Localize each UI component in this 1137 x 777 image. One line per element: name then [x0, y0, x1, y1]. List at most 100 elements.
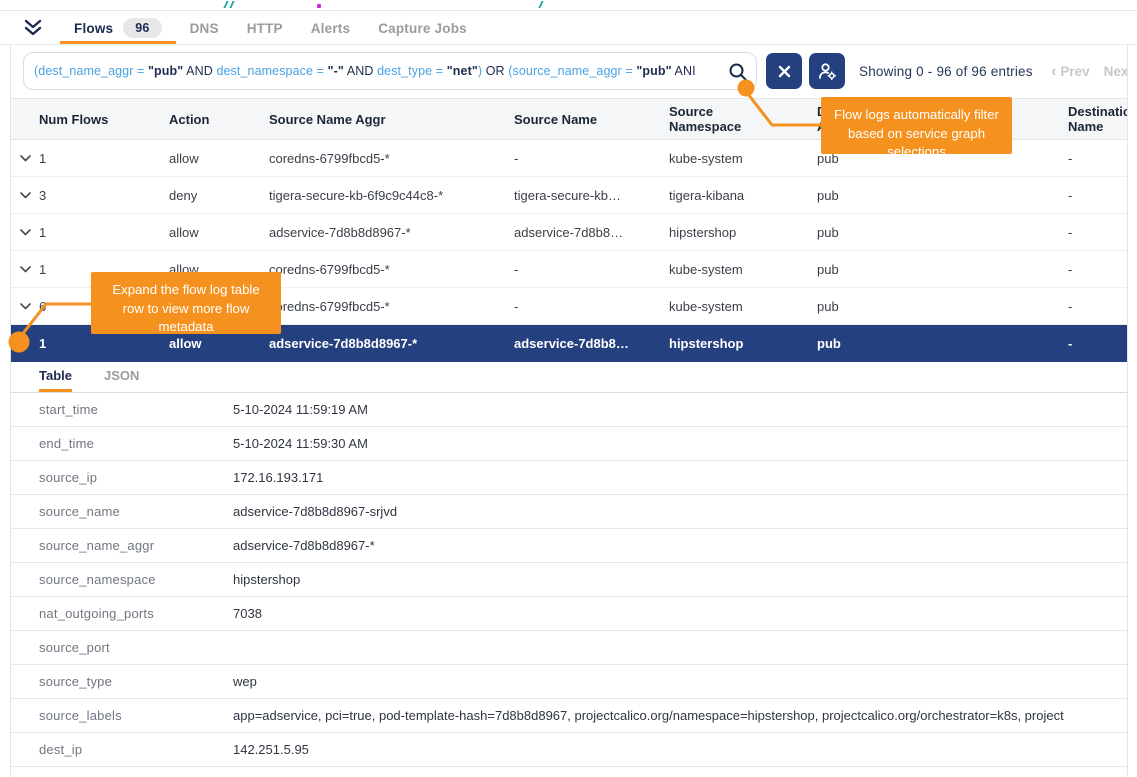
field-key: source_namespace: [39, 572, 233, 587]
cell-dn: -: [1068, 262, 1127, 277]
graph-artifact: [317, 4, 321, 8]
tab-label: Flows: [74, 21, 113, 36]
tab-capture-jobs[interactable]: Capture Jobs: [364, 12, 481, 44]
cell-dn: -: [1068, 188, 1127, 203]
detail-fields: start_time5-10-2024 11:59:19 AMend_time5…: [11, 393, 1127, 767]
flow-row[interactable]: 1allowadservice-7d8b8d8967-*adservice-7d…: [11, 214, 1127, 251]
field-value: adservice-7d8b8d8967-*: [233, 538, 1127, 553]
cell-sns: kube-system: [669, 299, 817, 314]
detail-tab-json[interactable]: JSON: [104, 368, 139, 392]
detail-field-dest_ip: dest_ip142.251.5.95: [11, 733, 1127, 767]
field-value: hipstershop: [233, 572, 1127, 587]
cell-sna: coredns-6799fbcd5-*: [269, 151, 514, 166]
query-field: dest_namespace: [216, 64, 313, 78]
search-icon[interactable]: [727, 61, 749, 83]
chevron-down-icon: [20, 303, 31, 310]
chevron-down-icon: [20, 229, 31, 236]
chevron-left-icon: ‹: [1051, 63, 1056, 81]
prev-button[interactable]: ‹Prev: [1051, 63, 1090, 81]
cell-sns: kube-system: [669, 151, 817, 166]
query-field: dest_type: [377, 64, 432, 78]
graph-artifact: [223, 1, 228, 8]
tab-label: HTTP: [247, 21, 283, 36]
field-key: nat_outgoing_ports: [39, 606, 233, 621]
row-expander[interactable]: [11, 303, 39, 310]
query-punct: =: [133, 64, 148, 78]
cell-num: 1: [39, 225, 169, 240]
cell-num: 1: [39, 151, 169, 166]
query-punct: =: [432, 64, 447, 78]
cell-sn: -: [514, 262, 669, 277]
tab-dns[interactable]: DNS: [176, 12, 233, 44]
next-button[interactable]: Next›: [1104, 63, 1128, 81]
detail-field-source_namespace: source_namespacehipstershop: [11, 563, 1127, 597]
cell-dna: pub: [817, 336, 1068, 351]
tooltip-expand-info: Expand the flow log table row to view mo…: [91, 272, 281, 334]
filter-query-text: (dest_name_aggr = "pub" AND dest_namespa…: [34, 64, 696, 78]
double-chevron-down-icon[interactable]: [22, 18, 44, 38]
tab-flows[interactable]: Flows96: [60, 12, 176, 44]
query-punct: =: [622, 64, 637, 78]
query-keyword: AND: [344, 64, 377, 78]
detail-field-start_time: start_time5-10-2024 11:59:19 AM: [11, 393, 1127, 427]
detail-field-end_time: end_time5-10-2024 11:59:30 AM: [11, 427, 1127, 461]
detail-tab-table[interactable]: Table: [39, 368, 72, 392]
detail-field-nat_outgoing_ports: nat_outgoing_ports7038: [11, 597, 1127, 631]
flows-panel: (dest_name_aggr = "pub" AND dest_namespa…: [10, 45, 1128, 777]
cell-dn: -: [1068, 225, 1127, 240]
field-key: source_name: [39, 504, 233, 519]
column-header-dn[interactable]: Destination Name: [1068, 104, 1127, 134]
field-key: source_name_aggr: [39, 538, 233, 553]
row-expander[interactable]: [11, 266, 39, 273]
cell-action: deny: [169, 188, 269, 203]
field-value: 7038: [233, 606, 1127, 621]
cell-dna: pub: [817, 262, 1068, 277]
query-value: "net": [447, 64, 478, 78]
field-key: source_port: [39, 640, 233, 655]
filter-bar: (dest_name_aggr = "pub" AND dest_namespa…: [11, 45, 1127, 98]
flow-row[interactable]: 3denytigera-secure-kb-6f9c9c44c8-*tigera…: [11, 177, 1127, 214]
row-expander[interactable]: [11, 155, 39, 162]
detail-field-source_name: source_nameadservice-7d8b8d8967-srjvd: [11, 495, 1127, 529]
row-expander[interactable]: [11, 229, 39, 236]
field-key: source_ip: [39, 470, 233, 485]
column-header-sns[interactable]: Source Namespace: [669, 104, 747, 134]
cell-sn: adservice-7d8b8…: [514, 225, 669, 240]
results-count: Showing 0 - 96 of 96 entries: [859, 45, 1033, 98]
query-value: "pub": [636, 64, 671, 78]
graph-artifact: [229, 1, 234, 8]
query-punct: =: [313, 64, 328, 78]
query-keyword: ANI: [672, 64, 696, 78]
tooltip-filter-info: Flow logs automatically filter based on …: [821, 97, 1012, 154]
tab-http[interactable]: HTTP: [233, 12, 297, 44]
cell-sna: coredns-6799fbcd5-*: [269, 262, 514, 277]
cell-sn: adservice-7d8b8…: [514, 336, 669, 351]
cell-num: 1: [39, 336, 169, 351]
query-field: source_name_aggr: [513, 64, 622, 78]
tab-alerts[interactable]: Alerts: [297, 12, 364, 44]
cell-sna: coredns-6799fbcd5-*: [269, 299, 514, 314]
column-header-num[interactable]: Num Flows: [39, 112, 117, 127]
detail-field-source_labels: source_labelsapp=adservice, pci=true, po…: [11, 699, 1127, 733]
flow-filter-input[interactable]: (dest_name_aggr = "pub" AND dest_namespa…: [23, 52, 757, 90]
column-header-sna[interactable]: Source Name Aggr: [269, 112, 514, 127]
column-header-action[interactable]: Action: [169, 112, 269, 127]
query-keyword: AND: [183, 64, 216, 78]
detail-field-source_type: source_typewep: [11, 665, 1127, 699]
cell-sna: adservice-7d8b8d8967-*: [269, 225, 514, 240]
clear-filter-button[interactable]: [766, 53, 802, 89]
user-settings-button[interactable]: [809, 53, 845, 89]
field-value: wep: [233, 674, 1127, 689]
cell-sns: kube-system: [669, 262, 817, 277]
top-strip: [0, 0, 1137, 11]
field-value: adservice-7d8b8d8967-srjvd: [233, 504, 1127, 519]
pagination: ‹Prev Next›: [1051, 45, 1128, 98]
cell-sn: -: [514, 151, 669, 166]
detail-field-source_port: source_port: [11, 631, 1127, 665]
cell-action: allow: [169, 336, 269, 351]
row-expander[interactable]: [11, 192, 39, 199]
field-value: 5-10-2024 11:59:19 AM: [233, 402, 1127, 417]
tab-label: Capture Jobs: [378, 21, 467, 36]
detail-field-source_ip: source_ip172.16.193.171: [11, 461, 1127, 495]
column-header-sn[interactable]: Source Name: [514, 112, 669, 127]
